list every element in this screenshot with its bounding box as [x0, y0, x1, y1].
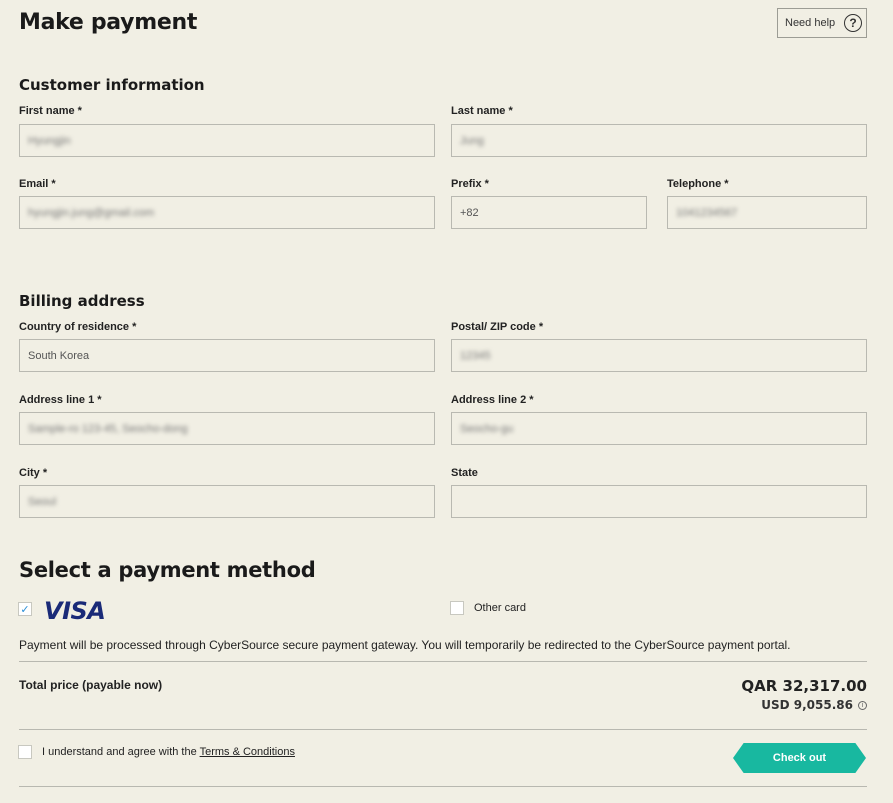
address2-label: Address line 2 * — [451, 394, 534, 406]
divider-top — [19, 661, 867, 662]
address2-field[interactable]: Seocho-gu — [451, 412, 867, 445]
city-value: Seoul — [28, 495, 57, 508]
gateway-message: Payment will be processed through CyberS… — [19, 638, 791, 652]
terms-text: I understand and agree with the Terms & … — [42, 746, 295, 758]
visa-logo: VISA — [44, 597, 106, 625]
first-name-label: First name * — [19, 105, 82, 117]
address1-value: Sample-ro 123-45, Seocho-dong — [28, 422, 188, 435]
state-label: State — [451, 467, 478, 479]
payment-method-title: Select a payment method — [19, 558, 316, 582]
country-value: South Korea — [28, 349, 90, 362]
address1-field[interactable]: Sample-ro 123-45, Seocho-dong — [19, 412, 435, 445]
prefix-field[interactable]: +82 — [451, 196, 647, 229]
customer-info-title: Customer information — [19, 76, 205, 94]
first-name-value: Hyungjin — [28, 134, 71, 147]
need-help-label: Need help — [785, 17, 836, 29]
checkout-button[interactable]: Check out — [733, 743, 866, 773]
country-label: Country of residence * — [19, 321, 137, 333]
total-price-usd-row: USD 9,055.86 i — [761, 698, 867, 712]
prefix-value: +82 — [460, 206, 479, 219]
first-name-field[interactable]: Hyungjin — [19, 124, 435, 157]
telephone-label: Telephone * — [667, 178, 729, 190]
divider-bottom — [19, 786, 867, 787]
divider-middle — [19, 729, 867, 730]
terms-checkbox[interactable] — [18, 745, 32, 759]
need-help-button[interactable]: Need help ? — [777, 8, 867, 38]
prefix-label: Prefix * — [451, 178, 489, 190]
telephone-value: 1041234567 — [676, 206, 738, 219]
email-value: hyungjin.jung@gmail.com — [28, 206, 155, 219]
last-name-label: Last name * — [451, 105, 513, 117]
country-field[interactable]: South Korea — [19, 339, 435, 372]
postal-field[interactable]: 12345 — [451, 339, 867, 372]
other-card-checkbox[interactable] — [450, 601, 464, 615]
check-icon: ✓ — [20, 603, 30, 616]
address2-value: Seocho-gu — [460, 422, 514, 435]
last-name-field[interactable]: Jung — [451, 124, 867, 157]
email-label: Email * — [19, 178, 56, 190]
info-icon[interactable]: i — [858, 700, 867, 710]
billing-address-title: Billing address — [19, 292, 145, 310]
postal-value: 12345 — [460, 349, 491, 362]
total-price-qar: QAR 32,317.00 — [741, 677, 867, 695]
city-field[interactable]: Seoul — [19, 485, 435, 518]
terms-prefix: I understand and agree with the — [42, 746, 200, 758]
total-price-label: Total price (payable now) — [19, 678, 163, 692]
question-icon: ? — [844, 14, 862, 32]
visa-checkbox[interactable]: ✓ — [18, 602, 32, 616]
state-field[interactable] — [451, 485, 867, 518]
email-field[interactable]: hyungjin.jung@gmail.com — [19, 196, 435, 229]
other-card-label: Other card — [474, 602, 526, 614]
postal-label: Postal/ ZIP code * — [451, 321, 544, 333]
address1-label: Address line 1 * — [19, 394, 102, 406]
last-name-value: Jung — [460, 134, 484, 147]
telephone-field[interactable]: 1041234567 — [667, 196, 867, 229]
city-label: City * — [19, 467, 48, 479]
total-price-usd: USD 9,055.86 — [761, 698, 853, 712]
page-title: Make payment — [19, 10, 198, 35]
terms-link[interactable]: Terms & Conditions — [200, 746, 295, 758]
